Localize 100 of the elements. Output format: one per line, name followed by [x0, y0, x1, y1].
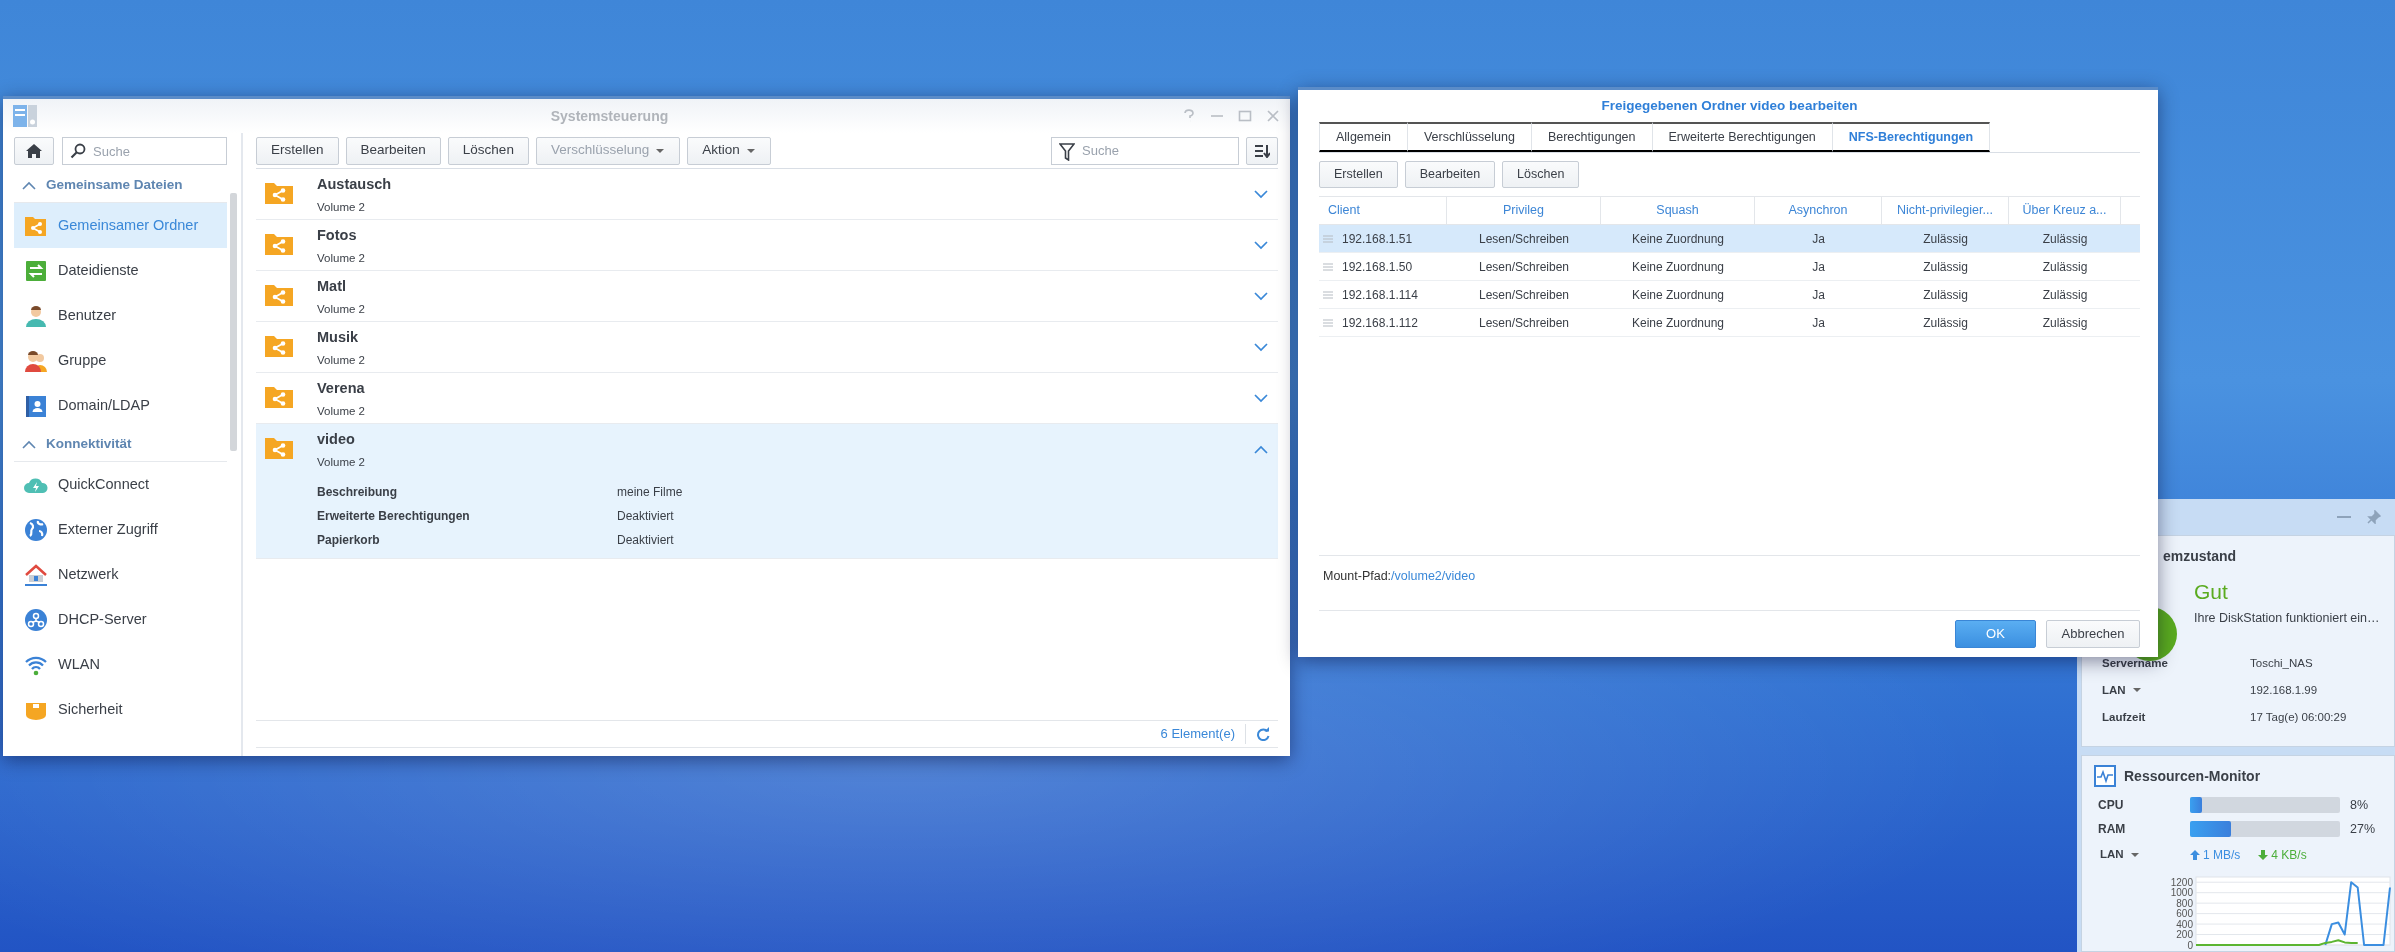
- table-row[interactable]: 192.168.1.112 Lesen/Schreiben Keine Zuordnung Ja Zulässig Zulässig: [1319, 309, 2140, 337]
- download-rate: 4 KB/s: [2271, 847, 2307, 864]
- expand-icon[interactable]: [1254, 343, 1268, 352]
- info-label: Laufzeit: [2102, 709, 2146, 725]
- home-button[interactable]: [14, 137, 54, 165]
- info-value: 192.168.1.99: [2250, 682, 2318, 698]
- sort-button[interactable]: [1246, 136, 1278, 165]
- item-count: 6 Element(e): [1160, 725, 1235, 744]
- folder-row[interactable]: Fotos Volume 2: [256, 220, 1278, 271]
- expand-icon[interactable]: [1254, 241, 1268, 250]
- detail-label: Beschreibung: [317, 484, 398, 501]
- axis-label: 1000: [2170, 887, 2193, 899]
- axis-label: 800: [2176, 897, 2193, 909]
- section-header[interactable]: Konnektivität: [14, 428, 227, 462]
- toolbar-button[interactable]: Bearbeiten: [345, 136, 441, 165]
- table-row[interactable]: 192.168.1.51 Lesen/Schreiben Keine Zuordnung Ja Zulässig Zulässig: [1319, 225, 2140, 253]
- toolbar-button[interactable]: Erstellen: [1319, 161, 1398, 188]
- table-cell-text: Keine Zuordnung: [1631, 286, 1725, 304]
- table-cell-text: Ja: [1812, 314, 1825, 332]
- column-header[interactable]: Über Kreuz a...: [2009, 197, 2121, 224]
- folder-row[interactable]: video Volume 2 Beschreibung meine Filme Erweiterte Berechtigungen Deaktiviert Papierkorb Deaktiviert: [256, 424, 1278, 559]
- sidebar-item[interactable]: Dateidienste: [14, 248, 227, 293]
- widget-title: Ressourcen-Monitor: [2124, 766, 2261, 786]
- sidebar-item[interactable]: Gruppe: [14, 338, 227, 383]
- expand-icon[interactable]: [1254, 394, 1268, 403]
- column-header[interactable]: Privileg: [1447, 197, 1601, 224]
- expand-icon[interactable]: [1254, 190, 1268, 199]
- toolbar-button[interactable]: Löschen: [1502, 161, 1580, 188]
- table-row[interactable]: 192.168.1.50 Lesen/Schreiben Keine Zuordnung Ja Zulässig Zulässig: [1319, 253, 2140, 281]
- house-icon: [24, 562, 48, 587]
- sidebar-item[interactable]: Domain/LDAP: [14, 383, 227, 428]
- folder-row[interactable]: Musik Volume 2: [256, 322, 1278, 373]
- collapse-icon[interactable]: [1254, 445, 1268, 454]
- caret-icon: [745, 147, 756, 154]
- sidebar-item[interactable]: Netzwerk: [14, 552, 227, 597]
- info-label: LAN: [2102, 682, 2126, 698]
- folder-row[interactable]: Matl Volume 2: [256, 271, 1278, 322]
- table-cell-text: 192.168.1.112: [1342, 314, 1418, 332]
- collapse-icon[interactable]: [22, 181, 36, 190]
- pin-icon[interactable]: [2367, 510, 2381, 524]
- drag-handle-icon[interactable]: [1323, 234, 1333, 243]
- sidebar-item[interactable]: DHCP-Server: [14, 597, 227, 642]
- minimize-icon[interactable]: [2337, 515, 2351, 519]
- globe-icon: [24, 517, 48, 542]
- folder-name: video: [317, 430, 356, 449]
- drag-handle-icon[interactable]: [1323, 318, 1333, 327]
- scrollbar[interactable]: [230, 193, 237, 451]
- sidebar-item[interactable]: Sicherheit: [14, 687, 227, 732]
- tab[interactable]: Verschlüsselung: [1407, 122, 1532, 152]
- column-header[interactable]: Asynchron: [1755, 197, 1882, 224]
- mount-path-link[interactable]: /volume2/video: [1391, 566, 1476, 586]
- toolbar-button[interactable]: Aktion: [687, 136, 771, 165]
- upload-rate: 1 MB/s: [2203, 847, 2241, 864]
- column-header[interactable]: Nicht-privilegier...: [1882, 197, 2009, 224]
- drag-handle-icon[interactable]: [1323, 290, 1333, 299]
- tab[interactable]: Allgemein: [1319, 122, 1408, 152]
- caret-icon[interactable]: [2131, 687, 2142, 694]
- folder-row[interactable]: Austausch Volume 2: [256, 169, 1278, 220]
- transfer-icon: [24, 258, 48, 283]
- sidebar-item[interactable]: Externer Zugriff: [14, 507, 227, 552]
- table-row[interactable]: 192.168.1.114 Lesen/Schreiben Keine Zuordnung Ja Zulässig Zulässig: [1319, 281, 2140, 309]
- meter-reading: 8%: [2350, 796, 2369, 814]
- toolbar-button[interactable]: Bearbeiten: [1404, 161, 1496, 188]
- sidebar-item[interactable]: WLAN: [14, 642, 227, 687]
- toolbar-button[interactable]: Löschen: [447, 136, 529, 165]
- cancel-button[interactable]: Abbrechen: [2046, 620, 2140, 648]
- upload-icon: [2190, 850, 2200, 860]
- axis-label: 1200: [2170, 876, 2193, 888]
- app-icon: [13, 105, 37, 127]
- column-header[interactable]: Squash: [1601, 197, 1755, 224]
- tab[interactable]: NFS-Berechtigungen: [1832, 122, 1991, 152]
- folder-name: Fotos: [317, 226, 358, 245]
- table-cell-text: Keine Zuordnung: [1631, 314, 1725, 332]
- column-header[interactable]: Client: [1319, 197, 1447, 224]
- info-value: Toschi_NAS: [2250, 655, 2313, 671]
- expand-icon[interactable]: [1254, 292, 1268, 301]
- detail-value: Deaktiviert: [617, 532, 674, 549]
- table-cell-text: Lesen/Schreiben: [1478, 230, 1570, 248]
- table-cell-text: Lesen/Schreiben: [1478, 314, 1570, 332]
- search-field[interactable]: Suche: [62, 137, 227, 165]
- filter-field[interactable]: Suche: [1051, 136, 1239, 165]
- table-cell-text: Zulässig: [1923, 258, 1968, 276]
- widget-title: emzustand: [2163, 547, 2238, 566]
- toolbar-button[interactable]: Erstellen: [256, 136, 339, 165]
- tab[interactable]: Erweiterte Berechtigungen: [1652, 122, 1833, 152]
- table-cell-text: Zulässig: [2042, 286, 2088, 304]
- axis-label: 400: [2176, 918, 2193, 930]
- tab[interactable]: Berechtigungen: [1531, 122, 1653, 152]
- status-text: Gut: [2194, 579, 2229, 605]
- user-icon: [24, 303, 48, 328]
- refresh-icon[interactable]: [1256, 727, 1270, 741]
- caret-icon[interactable]: [2129, 852, 2140, 858]
- detail-value: Deaktiviert: [617, 508, 674, 525]
- collapse-icon[interactable]: [22, 440, 36, 449]
- drag-handle-icon[interactable]: [1323, 262, 1333, 271]
- group-icon: [24, 348, 48, 373]
- sidebar-item[interactable]: QuickConnect: [14, 462, 227, 507]
- table-cell-text: 192.168.1.50: [1342, 258, 1413, 276]
- sidebar-item[interactable]: Benutzer: [14, 293, 227, 338]
- volume-label: Volume 2: [317, 403, 366, 419]
